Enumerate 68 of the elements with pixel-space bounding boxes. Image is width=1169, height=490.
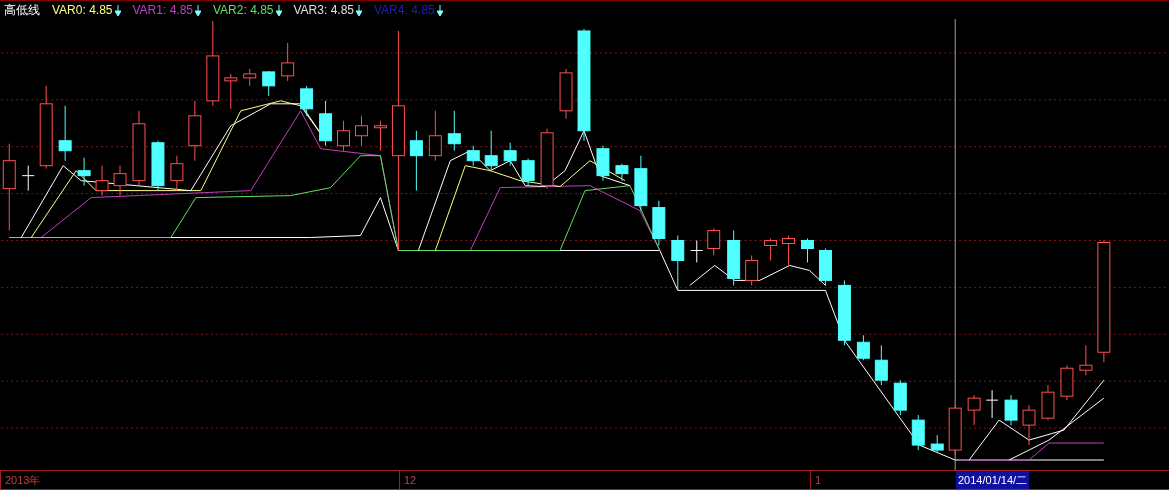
candlestick bbox=[77, 157, 91, 187]
candlestick bbox=[355, 115, 368, 147]
candlestick bbox=[671, 235, 685, 291]
candlestick bbox=[634, 155, 648, 212]
indicator-value: VAR2: 4.85 bbox=[213, 2, 274, 19]
candlestick bbox=[1022, 404, 1036, 446]
candlestick bbox=[58, 105, 72, 162]
candlestick bbox=[1004, 394, 1018, 426]
candlestick bbox=[652, 200, 666, 246]
candlestick bbox=[819, 248, 832, 286]
candlestick bbox=[503, 142, 517, 167]
candlestick bbox=[764, 238, 778, 261]
candlestick bbox=[447, 110, 461, 152]
cursor-date-label: 2014/01/14/二 bbox=[956, 471, 1030, 489]
candlestick bbox=[188, 100, 202, 162]
down-arrow-icon bbox=[195, 4, 201, 16]
candlestick bbox=[337, 120, 350, 152]
down-arrow-icon bbox=[114, 4, 121, 16]
candlestick bbox=[985, 389, 999, 419]
candlestick bbox=[559, 68, 573, 120]
candlestick bbox=[95, 165, 109, 197]
candlestick bbox=[540, 128, 554, 190]
candlestick bbox=[837, 279, 851, 346]
candlestick bbox=[967, 394, 981, 426]
candlestick bbox=[615, 163, 629, 182]
candlestick bbox=[484, 130, 498, 172]
candlestick bbox=[1060, 364, 1074, 401]
candlestick bbox=[319, 100, 333, 147]
indicator-value: VAR4: 4.85 bbox=[374, 2, 435, 19]
indicator-value: VAR1: 4.85 bbox=[132, 2, 193, 19]
candlestick bbox=[300, 85, 314, 117]
candlestick bbox=[801, 238, 814, 263]
candlestick bbox=[690, 240, 704, 263]
indicator-value: VAR3: 4.85 bbox=[293, 2, 354, 19]
candlestick bbox=[409, 130, 423, 192]
candlestick bbox=[930, 434, 944, 453]
candlestick bbox=[21, 165, 35, 192]
candlestick bbox=[856, 334, 870, 361]
candlestick bbox=[782, 235, 796, 266]
candlestick bbox=[596, 145, 610, 182]
candlestick bbox=[948, 404, 962, 456]
chart-title: 高低线 bbox=[4, 2, 40, 19]
candlestick bbox=[911, 414, 925, 451]
candlestick bbox=[262, 70, 276, 97]
candlestick bbox=[373, 120, 387, 152]
down-arrow-icon bbox=[356, 4, 362, 16]
candlestick bbox=[170, 155, 184, 192]
indicator-value: VAR0: 4.85 bbox=[52, 2, 113, 19]
candlestick bbox=[707, 228, 721, 256]
down-arrow-icon bbox=[436, 4, 443, 16]
candlestick bbox=[224, 73, 238, 110]
candlestick bbox=[151, 140, 165, 192]
candlestick bbox=[874, 344, 888, 386]
candlestick bbox=[113, 165, 127, 197]
candlestick bbox=[1079, 344, 1093, 376]
candlestick bbox=[428, 110, 442, 162]
candlestick bbox=[281, 42, 295, 82]
down-arrow-icon bbox=[275, 4, 282, 16]
candlestick bbox=[521, 158, 535, 187]
candlestick bbox=[727, 230, 741, 286]
candlestick bbox=[466, 145, 480, 167]
time-axis-label: 12 bbox=[399, 471, 417, 489]
candlestick bbox=[1041, 384, 1055, 421]
candlestick bbox=[243, 68, 257, 87]
candlestick bbox=[745, 255, 759, 286]
time-axis-label: 2013年 bbox=[0, 471, 41, 489]
candlestick bbox=[893, 379, 907, 416]
time-axis-label: 1 bbox=[810, 471, 822, 489]
